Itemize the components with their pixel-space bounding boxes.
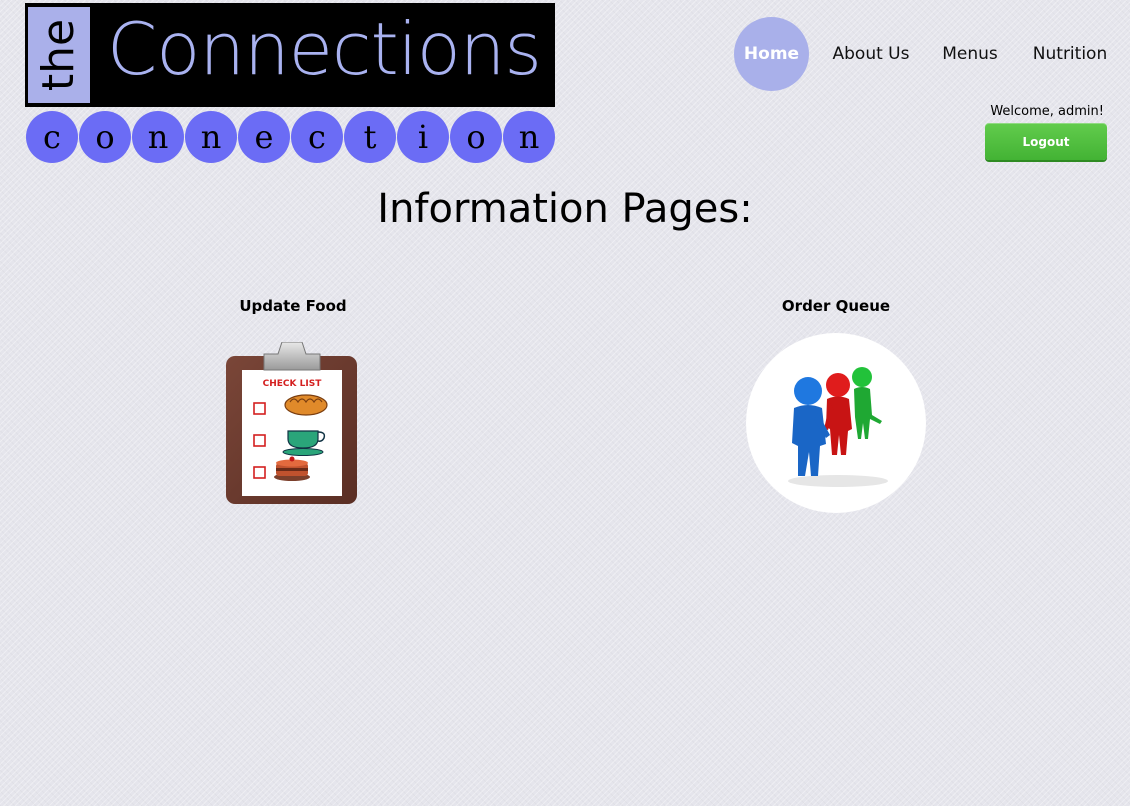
logo-connection-circles: c o n n e c t i o n: [26, 111, 556, 163]
nav-home-link[interactable]: Home: [734, 17, 809, 91]
logo-letter-circle: n: [185, 111, 237, 163]
update-food-card[interactable]: Update Food CHECK LIST: [143, 296, 443, 504]
site-logo[interactable]: the Connections: [25, 3, 555, 107]
welcome-message: Welcome, admin!: [990, 104, 1104, 119]
order-queue-card[interactable]: Order Queue: [686, 296, 986, 513]
logo-connections-text: Connections: [107, 7, 542, 91]
logo-letter-circle: i: [397, 111, 449, 163]
logo-letter-circle: n: [132, 111, 184, 163]
nav-about-link[interactable]: About Us: [832, 17, 910, 91]
page-title: Information Pages:: [377, 186, 753, 232]
nav-menus-link[interactable]: Menus: [942, 17, 998, 91]
logo-letter-circle: n: [503, 111, 555, 163]
logo-letter-circle: t: [344, 111, 396, 163]
update-food-label[interactable]: Update Food: [143, 296, 443, 316]
logo-the-text: the: [33, 18, 84, 92]
order-queue-label[interactable]: Order Queue: [686, 296, 986, 316]
logo-letter-circle: c: [291, 111, 343, 163]
team-people-icon[interactable]: [746, 333, 926, 513]
logo-letter-circle: e: [238, 111, 290, 163]
checklist-title-text: CHECK LIST: [263, 379, 323, 389]
logout-button[interactable]: Logout: [985, 123, 1107, 160]
logo-letter-circle: o: [450, 111, 502, 163]
logo-letter-circle: c: [26, 111, 78, 163]
logo-letter-circle: o: [79, 111, 131, 163]
logo-the-box: the: [28, 7, 90, 103]
checklist-clipboard-icon[interactable]: CHECK LIST: [226, 341, 358, 504]
nav-nutrition-link[interactable]: Nutrition: [1030, 17, 1110, 91]
